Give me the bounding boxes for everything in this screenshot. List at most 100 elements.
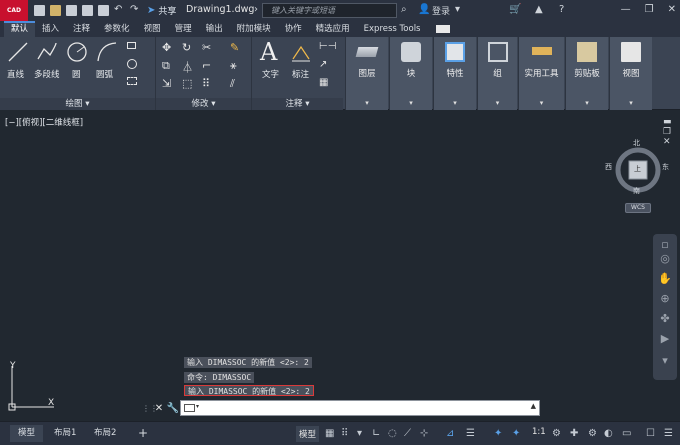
command-line-grip-icon[interactable]: ⋮⋮ <box>142 404 158 413</box>
text-icon[interactable]: A <box>260 38 277 66</box>
annotation-panel-title[interactable]: 注释 ▾ <box>252 98 343 110</box>
object-tracking-icon[interactable]: ⊹ <box>420 428 428 439</box>
open-folder-icon[interactable] <box>50 5 61 16</box>
search-icon[interactable]: ⌕ <box>401 4 407 15</box>
layers-tile[interactable]: 图层 ▾ <box>345 37 388 110</box>
cart-icon[interactable]: 🛒 <box>509 4 521 15</box>
properties-tile[interactable]: 特性 ▾ <box>433 37 476 110</box>
circle-tool-label[interactable]: 圆 <box>72 68 81 80</box>
clipboard-tile[interactable]: 剪贴板 ▾ <box>565 37 608 110</box>
close-icon[interactable]: ✕ <box>668 4 676 15</box>
app-logo[interactable]: CAD <box>0 0 28 21</box>
array-icon[interactable]: ⠿ <box>202 77 210 90</box>
steering-wheel-icon[interactable]: ◎ <box>658 252 672 266</box>
user-icon[interactable]: 👤 <box>418 4 430 15</box>
command-input[interactable]: ▾ ▲ <box>180 400 540 416</box>
polyline-icon[interactable] <box>36 41 58 63</box>
add-icon[interactable]: ✚ <box>570 428 578 439</box>
zoom-icon[interactable]: ⊕ <box>658 292 672 306</box>
tab-express-tools[interactable]: Express Tools <box>357 22 428 37</box>
tab-default[interactable]: 默认 <box>4 21 36 37</box>
linear-dim-icon[interactable]: ⊢⊣ <box>319 41 336 52</box>
help-icon[interactable]: ? <box>559 4 564 15</box>
rectangle-icon[interactable] <box>127 42 136 49</box>
gear-icon[interactable]: ⚙ <box>552 428 561 439</box>
object-snap-icon[interactable]: ⊿ <box>446 428 454 439</box>
viewcube-south[interactable]: 南 <box>633 186 640 196</box>
command-customize-icon[interactable]: 🔧 <box>166 403 180 414</box>
search-input[interactable]: 键入关键字或短语 <box>262 3 397 18</box>
viewcube-west[interactable]: 西 <box>605 162 612 172</box>
notification-icon[interactable]: ☐ <box>646 428 655 439</box>
trim-icon[interactable]: ✂ <box>202 41 211 54</box>
plot-icon[interactable] <box>98 5 109 16</box>
circle-icon[interactable] <box>66 41 88 63</box>
orbit-icon[interactable]: ✤ <box>658 312 672 326</box>
lineweight-icon[interactable]: ☰ <box>466 428 475 439</box>
navbar-close-icon[interactable]: ▫ <box>658 238 672 252</box>
command-history-up-icon[interactable]: ▲ <box>531 402 536 410</box>
command-close-icon[interactable]: ✕ <box>152 403 166 414</box>
restore-icon[interactable]: ❐ <box>645 4 654 15</box>
layout-tab-model[interactable]: 模型 <box>10 425 44 442</box>
fillet-icon[interactable]: ⌐ <box>202 59 211 72</box>
tab-insert[interactable]: 插入 <box>35 22 66 37</box>
autodesk-app-icon[interactable]: ▲ <box>535 4 543 15</box>
offset-icon[interactable]: ⫽ <box>230 77 235 91</box>
rotate-icon[interactable]: ↻ <box>182 41 191 54</box>
dimension-tool-label[interactable]: 标注 <box>292 68 309 80</box>
mirror-icon[interactable]: ⏃ <box>182 59 193 75</box>
save-icon[interactable] <box>66 5 77 16</box>
isolate-objects-icon[interactable]: ◐ <box>604 428 613 439</box>
tab-manage[interactable]: 管理 <box>168 22 199 37</box>
login-dropdown-icon[interactable]: ▾ <box>455 4 460 15</box>
erase-icon[interactable]: ✎ <box>230 41 239 54</box>
tab-collaborate[interactable]: 协作 <box>278 22 309 37</box>
redo-icon[interactable]: ↷ <box>130 5 141 16</box>
undo-icon[interactable]: ↶ <box>114 5 125 16</box>
leader-icon[interactable]: ↗ <box>319 59 327 70</box>
arc-icon[interactable] <box>96 41 118 63</box>
arc-tool-label[interactable]: 圆弧 <box>96 68 113 80</box>
snap-dropdown-icon[interactable]: ▾ <box>357 428 362 439</box>
line-tool-label[interactable]: 直线 <box>7 68 24 80</box>
explode-icon[interactable]: ⚹ <box>230 59 237 73</box>
hardware-acceleration-icon[interactable]: ⚙ <box>588 428 597 439</box>
recent-commands-dropdown-icon[interactable]: ▾ <box>196 403 199 410</box>
model-space-button[interactable]: 模型 <box>296 426 320 442</box>
copy-icon[interactable]: ⧉ <box>162 59 170 73</box>
add-layout-button[interactable]: + <box>130 425 156 442</box>
modify-panel-title[interactable]: 修改 ▾ <box>156 98 251 110</box>
utilities-tile[interactable]: 实用工具 ▾ <box>518 37 564 110</box>
share-button[interactable]: ➤ 共享 <box>147 4 176 17</box>
stretch-icon[interactable]: ⇲ <box>162 77 171 90</box>
hatch-icon[interactable] <box>127 59 137 69</box>
ortho-icon[interactable]: ∟ <box>372 428 380 439</box>
scale-icon[interactable]: ⬚ <box>182 77 192 90</box>
wcs-menu[interactable]: WCS <box>625 203 651 213</box>
tab-view[interactable]: 视图 <box>137 22 168 37</box>
annotation-visibility-icon[interactable]: ✦ <box>494 428 502 439</box>
viewcube[interactable]: 北 南 东 西 上 <box>605 139 669 196</box>
tab-annotate[interactable]: 注释 <box>66 22 97 37</box>
gradient-icon[interactable] <box>127 77 137 85</box>
search-expand-icon[interactable]: › <box>254 4 258 15</box>
viewport-minimize-icon[interactable]: ▬ ❐ ✕ <box>663 117 680 147</box>
draw-panel-title[interactable]: 绘图 ▾ <box>0 98 155 110</box>
auto-scale-icon[interactable]: ✦ <box>512 428 520 439</box>
viewcube-east[interactable]: 东 <box>662 162 669 172</box>
showmotion-icon[interactable]: ▶ <box>658 332 672 346</box>
tab-featured-apps[interactable]: 精选应用 <box>309 22 357 37</box>
viewcube-top-face[interactable]: 上 <box>634 164 641 174</box>
snap-icon[interactable]: ⠿ <box>341 428 348 439</box>
polyline-tool-label[interactable]: 多段线 <box>34 68 60 80</box>
polar-icon[interactable]: ◌ <box>388 428 397 439</box>
viewcube-north[interactable]: 北 <box>633 138 640 148</box>
table-icon[interactable]: ▦ <box>319 77 328 88</box>
group-tile[interactable]: 组 ▾ <box>477 37 517 110</box>
layout-tab-layout1[interactable]: 布局1 <box>46 425 84 442</box>
viewport-controls-label[interactable]: [−][俯视][二维线框] <box>5 116 83 128</box>
minimize-icon[interactable]: — <box>621 4 631 15</box>
view-tile[interactable]: 视图 ▾ <box>609 37 652 110</box>
annotation-scale[interactable]: 1:1 <box>532 427 546 437</box>
